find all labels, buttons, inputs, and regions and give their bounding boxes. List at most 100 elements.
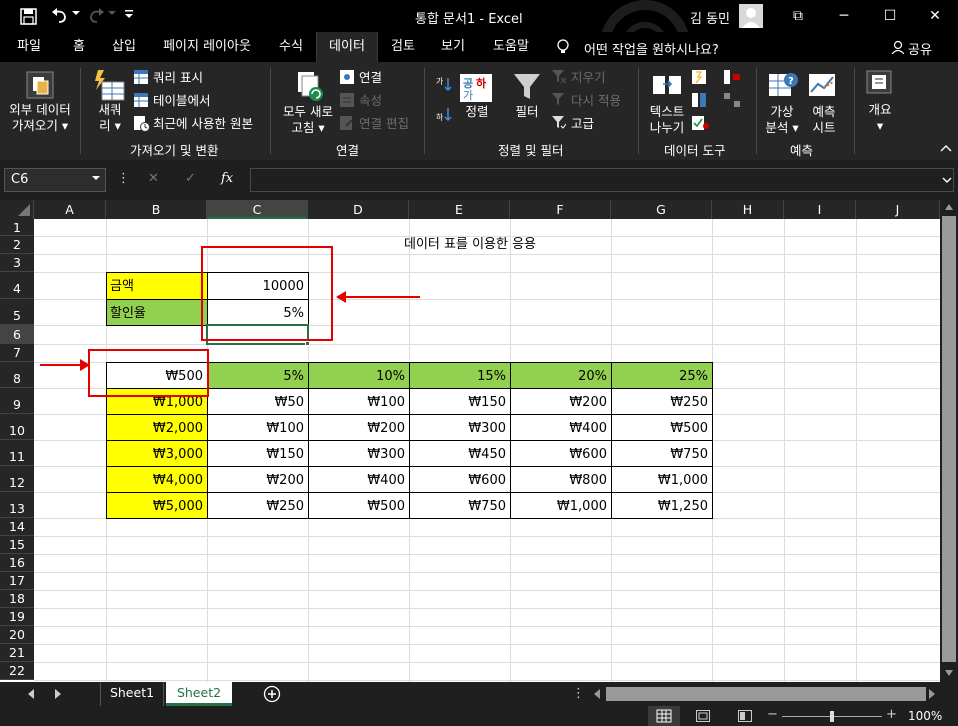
filter-icon[interactable]	[512, 72, 542, 102]
row-header[interactable]: 1	[0, 219, 34, 236]
formula-bar-options-icon[interactable]: ⋮	[117, 171, 130, 186]
row-header[interactable]: 15	[0, 536, 34, 554]
result-cell[interactable]: ₩1,000	[611, 466, 713, 493]
filter-button[interactable]: 필터	[508, 104, 546, 120]
result-cell[interactable]: ₩750	[611, 440, 713, 467]
row-header[interactable]: 4	[0, 272, 34, 299]
discount-label-cell[interactable]: 할인율	[106, 299, 208, 326]
tab-review[interactable]: 검토	[378, 32, 428, 62]
new-query-button[interactable]: 새쿼	[94, 102, 126, 118]
result-cell[interactable]: ₩150	[207, 440, 309, 467]
row-header[interactable]: 21	[0, 644, 34, 662]
show-queries-button[interactable]: 쿼리 표시	[153, 70, 203, 86]
scroll-down-icon[interactable]	[945, 670, 953, 676]
name-box[interactable]: C6	[4, 168, 106, 192]
tab-insert[interactable]: 삽입	[100, 32, 148, 62]
forecast-sheet-icon[interactable]	[808, 70, 838, 100]
get-external-data-icon[interactable]	[25, 70, 55, 100]
remove-duplicates-icon[interactable]	[692, 93, 706, 107]
fill-handle[interactable]	[305, 341, 310, 346]
relationships-icon[interactable]	[724, 93, 740, 107]
row-header[interactable]: 14	[0, 518, 34, 536]
tab-formulas[interactable]: 수식	[266, 32, 316, 62]
insert-function-button[interactable]: fx	[221, 171, 233, 186]
sort-dialog-icon[interactable]: 공하가	[460, 74, 492, 102]
sheet-tab-sheet1[interactable]: Sheet1	[100, 682, 164, 706]
row-header[interactable]: 3	[0, 254, 34, 272]
row-header[interactable]: 19	[0, 608, 34, 626]
row-header[interactable]: 5	[0, 299, 34, 325]
result-cell[interactable]: ₩100	[207, 414, 309, 441]
amount-label-cell[interactable]: 금액	[106, 272, 208, 300]
data-validation-icon[interactable]	[692, 116, 712, 130]
worksheet-grid[interactable]: A B C D E F G H I J 1 2 3 4 5 6 7 8 9 10…	[0, 200, 940, 682]
rate-header-cell[interactable]: 20%	[510, 362, 612, 389]
result-cell[interactable]: ₩400	[308, 466, 410, 493]
zoom-out-button[interactable]: −	[767, 707, 778, 722]
formula-input[interactable]	[250, 168, 954, 192]
name-box-dropdown-icon[interactable]	[92, 174, 100, 182]
sort-ascending-icon[interactable]: 가	[436, 76, 452, 92]
column-header-i[interactable]: I	[784, 200, 856, 219]
page-layout-view-icon[interactable]	[696, 710, 710, 722]
row-header[interactable]: 16	[0, 554, 34, 572]
zoom-level[interactable]: 100%	[908, 709, 942, 723]
row-header[interactable]: 22	[0, 662, 34, 680]
result-cell[interactable]: ₩450	[409, 440, 511, 467]
tell-me-search[interactable]: 어떤 작업을 원하시나요?	[584, 39, 719, 58]
result-cell[interactable]: ₩50	[207, 388, 309, 415]
recent-sources-button[interactable]: 최근에 사용한 원본	[153, 116, 253, 132]
column-header-d[interactable]: D	[308, 200, 409, 219]
row-header[interactable]: 8	[0, 362, 34, 388]
column-header-c[interactable]: C	[207, 200, 308, 219]
rate-header-cell[interactable]: 10%	[308, 362, 410, 389]
rate-header-cell[interactable]: 15%	[409, 362, 511, 389]
column-header-j[interactable]: J	[856, 200, 940, 219]
close-button[interactable]: ✕	[912, 0, 958, 32]
refresh-all-button[interactable]: 모두 새로	[278, 104, 338, 120]
outline-button[interactable]: 개요	[860, 102, 900, 118]
result-cell[interactable]: ₩500	[611, 414, 713, 441]
row-header[interactable]: 10	[0, 414, 34, 440]
ribbon-display-options-button[interactable]: ⧉	[775, 0, 821, 32]
get-external-data-button[interactable]: 외부 데이터	[4, 102, 76, 118]
refresh-all-icon[interactable]	[296, 70, 326, 102]
select-all-corner[interactable]	[0, 200, 34, 219]
result-cell[interactable]: ₩1,250	[611, 492, 713, 519]
amount-row-header-cell[interactable]: ₩2,000	[106, 414, 208, 441]
advanced-filter-button[interactable]: 고급	[571, 116, 594, 132]
vertical-scrollbar[interactable]	[940, 200, 958, 682]
save-icon[interactable]	[20, 6, 38, 26]
chevron-down-icon[interactable]: ▾	[860, 118, 900, 134]
flash-fill-icon[interactable]	[692, 70, 706, 84]
expand-formula-bar-icon[interactable]	[942, 177, 952, 184]
forecast-sheet-label2[interactable]: 시트	[804, 120, 844, 136]
collapse-ribbon-icon[interactable]	[940, 144, 952, 152]
column-header-e[interactable]: E	[409, 200, 510, 219]
zoom-slider-thumb[interactable]	[830, 711, 834, 722]
result-cell[interactable]: ₩200	[207, 466, 309, 493]
column-header-g[interactable]: G	[611, 200, 712, 219]
scroll-right-icon[interactable]	[929, 689, 935, 699]
row-header[interactable]: 2	[0, 236, 34, 254]
properties-button[interactable]: 속성	[359, 93, 382, 109]
result-cell[interactable]: ₩750	[409, 492, 511, 519]
what-if-analysis-button[interactable]: 가상	[760, 104, 804, 120]
redo-icon[interactable]	[86, 6, 106, 26]
row-header[interactable]: 13	[0, 492, 34, 518]
result-cell[interactable]: ₩200	[510, 388, 612, 415]
tab-page-layout[interactable]: 페이지 레이아웃	[148, 32, 266, 62]
sheet-tab-sheet2[interactable]: Sheet2	[166, 682, 232, 706]
column-header-b[interactable]: B	[106, 200, 207, 219]
row-header[interactable]: 17	[0, 572, 34, 590]
result-cell[interactable]: ₩100	[308, 388, 410, 415]
normal-view-button[interactable]	[648, 706, 680, 726]
column-header-a[interactable]: A	[34, 200, 106, 219]
new-query-icon[interactable]	[92, 68, 126, 102]
enter-button[interactable]: ✓	[185, 171, 196, 186]
maximize-button[interactable]: ☐	[867, 0, 913, 32]
amount-row-header-cell[interactable]: ₩5,000	[106, 492, 208, 519]
sort-button[interactable]: 정렬	[458, 104, 496, 120]
result-cell[interactable]: ₩250	[207, 492, 309, 519]
result-cell[interactable]: ₩250	[611, 388, 713, 415]
